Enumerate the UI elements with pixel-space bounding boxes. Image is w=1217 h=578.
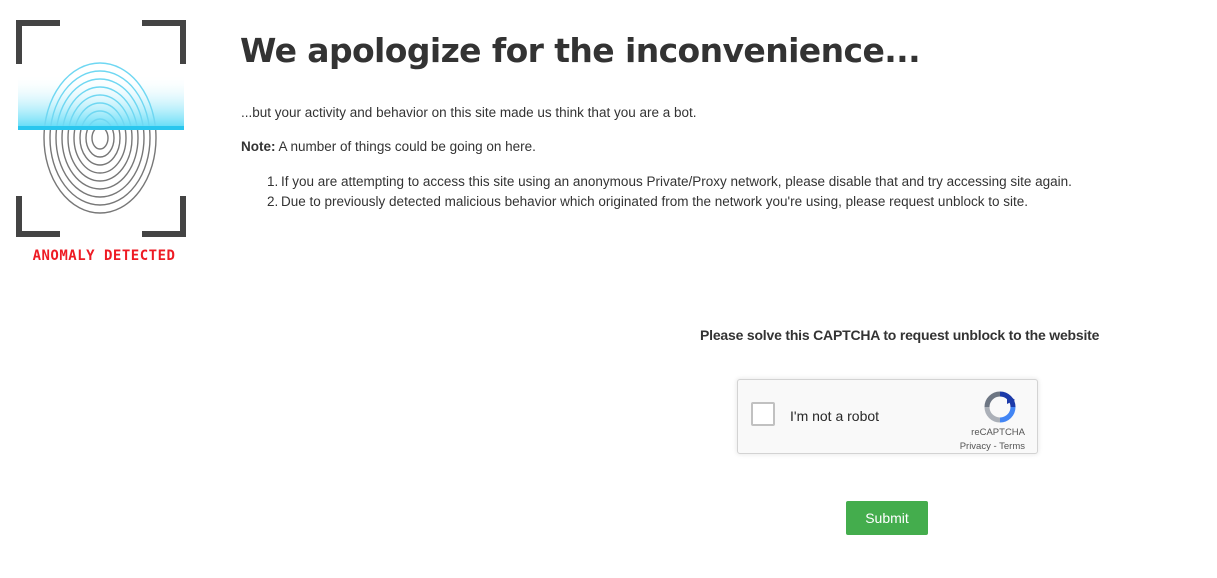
link-separator: - [990, 441, 1000, 452]
anomaly-detected-caption: ANOMALY DETECTED [32, 248, 176, 264]
note-label: Note: [241, 139, 276, 154]
captcha-prompt: Please solve this CAPTCHA to request unb… [700, 327, 1100, 343]
privacy-link[interactable]: Privacy [960, 441, 991, 452]
recaptcha-brand: reCAPTCHA [971, 427, 1025, 438]
list-item: 2. Due to previously detected malicious … [267, 192, 1072, 212]
note-paragraph: Note: A number of things could be going … [241, 139, 536, 154]
recaptcha-links: Privacy - Terms [960, 441, 1025, 452]
terms-link[interactable]: Terms [999, 441, 1025, 452]
reasons-list: 1. If you are attempting to access this … [267, 172, 1072, 212]
list-item-text: If you are attempting to access this sit… [281, 174, 1072, 189]
fingerprint-scan-icon [16, 20, 186, 237]
recaptcha-label: I'm not a robot [790, 408, 880, 424]
submit-button[interactable]: Submit [846, 501, 928, 535]
note-text: A number of things could be going on her… [275, 139, 536, 154]
list-item-number: 2. [267, 194, 279, 209]
list-item: 1. If you are attempting to access this … [267, 172, 1072, 192]
recaptcha-logo-icon [984, 391, 1016, 423]
list-item-text: Due to previously detected malicious beh… [281, 194, 1028, 209]
list-item-number: 1. [267, 174, 279, 189]
anomaly-logo: ANOMALY DETECTED [16, 20, 192, 270]
recaptcha-widget: I'm not a robot reCAPTCHA Privacy - Term… [737, 379, 1038, 454]
recaptcha-checkbox[interactable] [751, 402, 775, 426]
intro-text: ...but your activity and behavior on thi… [241, 105, 697, 120]
page-title: We apologize for the inconvenience... [240, 31, 921, 70]
